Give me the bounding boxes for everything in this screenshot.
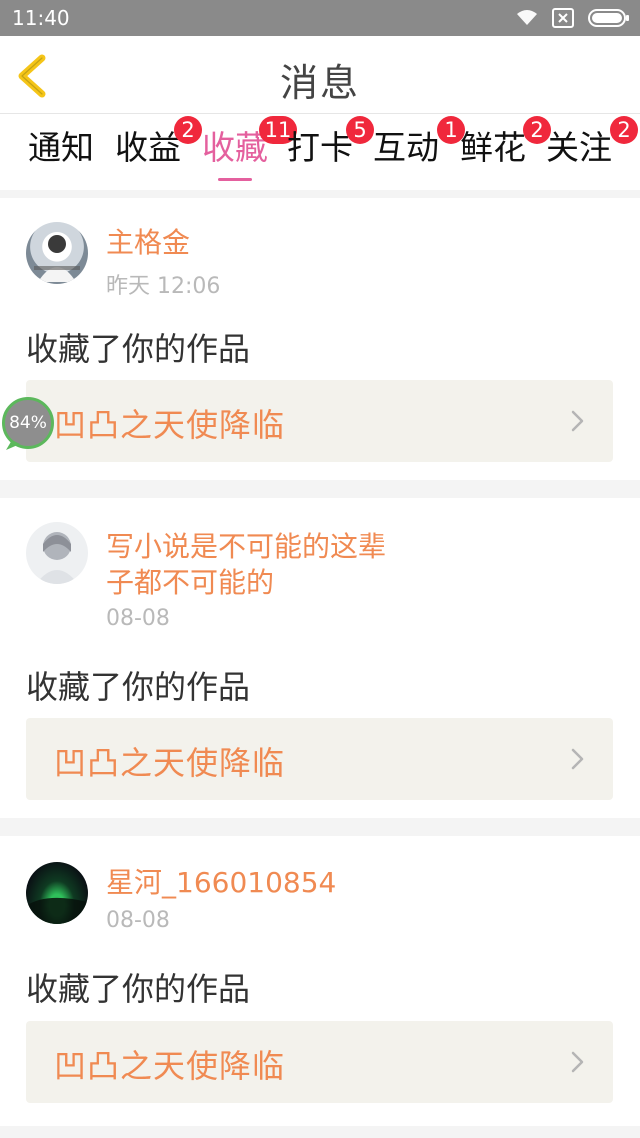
work-title: 凹凸之天使降临 <box>54 744 286 782</box>
message-card: 写小说是不可能的这辈 子都不可能的 08-08 收藏了你的作品 凹凸之天使降临 <box>0 498 640 818</box>
chevron-right-icon <box>571 1051 584 1073</box>
username[interactable]: 主格金 <box>106 226 190 260</box>
work-title: 凹凸之天使降临 <box>54 1047 286 1085</box>
tab-bar: 通知 收益 2 收藏 11 打卡 5 互动 1 鲜花 2 关注 2 <box>0 114 640 190</box>
username-line-2[interactable]: 子都不可能的 <box>106 566 274 600</box>
status-time: 11:40 <box>12 6 70 30</box>
tab-label: 关注 <box>546 128 612 167</box>
message-time: 昨天 12:06 <box>106 274 221 299</box>
message-time: 08-08 <box>106 606 170 631</box>
tab-interaction[interactable]: 互动 1 <box>370 116 465 184</box>
work-title: 凹凸之天使降临 <box>54 406 286 444</box>
work-link[interactable]: 凹凸之天使降临 <box>26 380 613 462</box>
avatar[interactable] <box>26 222 88 284</box>
wifi-icon <box>516 9 538 27</box>
header: 消息 <box>0 36 640 114</box>
tab-checkin[interactable]: 打卡 5 <box>284 116 374 184</box>
message-card: 主格金 昨天 12:06 收藏了你的作品 凹凸之天使降临 <box>0 198 640 480</box>
avatar[interactable] <box>26 862 88 924</box>
tab-flowers[interactable]: 鲜花 2 <box>457 116 551 184</box>
tab-following[interactable]: 关注 2 <box>543 116 638 184</box>
tab-earnings[interactable]: 收益 2 <box>112 116 202 184</box>
page-title: 消息 <box>279 61 360 105</box>
action-text: 收藏了你的作品 <box>26 668 251 706</box>
badge-count: 2 <box>174 116 202 144</box>
progress-label: 84% <box>9 413 47 433</box>
chevron-right-icon <box>571 748 584 770</box>
action-text: 收藏了你的作品 <box>26 330 251 368</box>
action-text: 收藏了你的作品 <box>26 970 251 1008</box>
tab-label: 互动 <box>373 128 439 167</box>
message-card: 星河_166010854 08-08 收藏了你的作品 凹凸之天使降临 <box>0 836 640 1126</box>
avatar[interactable] <box>26 522 88 584</box>
work-link[interactable]: 凹凸之天使降临 <box>26 1021 613 1103</box>
active-tab-underline <box>218 178 252 181</box>
message-time: 08-08 <box>106 908 170 933</box>
tab-label: 收益 <box>115 128 181 167</box>
chevron-right-icon <box>571 410 584 432</box>
username-line-1[interactable]: 写小说是不可能的这辈 <box>106 530 386 564</box>
username[interactable]: 星河_166010854 <box>106 866 336 900</box>
sim-icon <box>552 8 574 28</box>
tab-notifications[interactable]: 通知 <box>25 128 97 184</box>
tab-label: 打卡 <box>287 128 353 167</box>
badge-count: 2 <box>610 116 638 144</box>
work-link[interactable]: 凹凸之天使降临 <box>26 718 613 800</box>
tab-favorites[interactable]: 收藏 11 <box>199 116 297 184</box>
status-bar: 11:40 <box>0 0 640 36</box>
tab-label: 鲜花 <box>460 128 526 167</box>
tab-label: 通知 <box>28 128 94 167</box>
bubble-tail-icon <box>6 440 20 450</box>
battery-icon <box>588 8 630 28</box>
